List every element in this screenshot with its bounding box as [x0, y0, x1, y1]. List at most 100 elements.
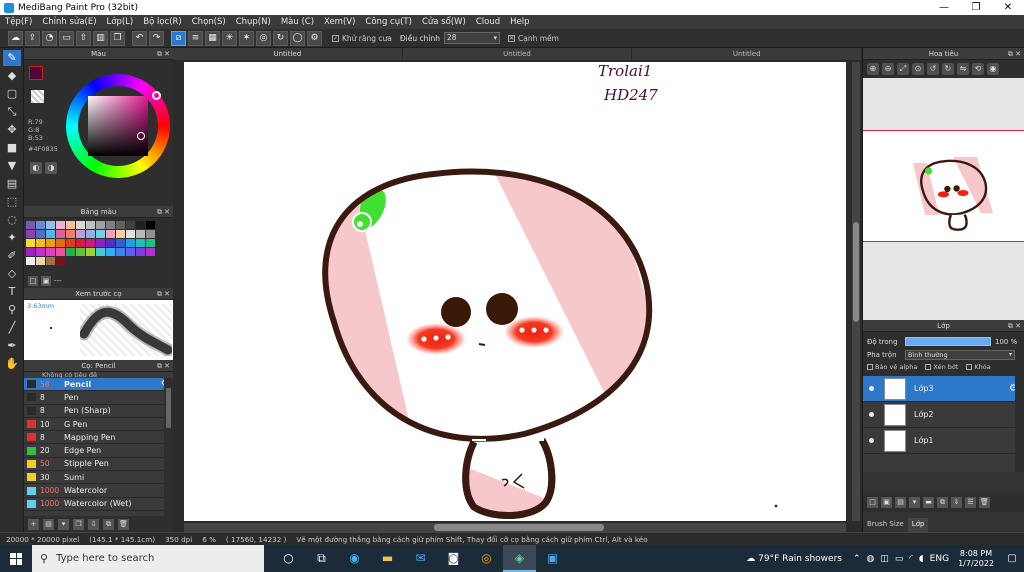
menu-window[interactable]: Cửa sổ(W) [417, 17, 471, 27]
select-pen-icon[interactable]: ✐ [3, 248, 21, 264]
visibility-icon[interactable] [869, 412, 874, 417]
cloud-icon[interactable]: ☁ [8, 30, 23, 46]
palette-swatch[interactable] [26, 248, 35, 256]
redo-icon[interactable]: ↷ [149, 30, 164, 46]
copy-icon[interactable]: ❐ [110, 30, 125, 46]
fill-shape-tool-icon[interactable]: ■ [3, 140, 21, 156]
palette-swatch[interactable] [36, 221, 45, 229]
brush-import-icon[interactable]: ⇩ [88, 518, 99, 530]
palette-swatch[interactable] [146, 239, 155, 247]
add-layer-menu-icon[interactable]: ▾ [909, 497, 920, 508]
brush-item[interactable]: 8 Pen (Sharp) [24, 405, 173, 418]
menu-select[interactable]: Chọn(S) [187, 17, 231, 27]
panel-close-icon[interactable]: ⧉ ✕ [157, 360, 170, 372]
maximize-button[interactable]: ❐ [960, 0, 992, 15]
transparent-swatch[interactable] [31, 90, 44, 103]
operation-tool-icon[interactable]: ⚲ [3, 302, 21, 318]
palette-swatch[interactable] [26, 221, 35, 229]
move-tool-icon[interactable]: ✥ [3, 122, 21, 138]
new-layer-icon[interactable]: □ [867, 497, 878, 508]
palette-swatch[interactable] [106, 248, 115, 256]
file-explorer-icon[interactable]: ▬ [371, 545, 404, 572]
new-8bit-layer-icon[interactable]: ▤ [895, 497, 906, 508]
color-swap-icon[interactable]: ◑ [45, 162, 57, 174]
color-mode-icon[interactable]: ◐ [30, 162, 42, 174]
palette-swatch[interactable] [96, 230, 105, 238]
brush-item[interactable]: 1000 Watercolor [24, 484, 173, 498]
adjust-select[interactable]: 28 [444, 32, 500, 44]
palette-swatch[interactable] [116, 221, 125, 229]
brush-delete-icon[interactable]: 🗑 [118, 518, 129, 530]
rotate-right-icon[interactable]: ↻ [942, 63, 954, 75]
palette-swatch[interactable] [46, 221, 55, 229]
visibility-icon[interactable] [869, 386, 874, 391]
new-halftone-layer-icon[interactable]: ▣ [881, 497, 892, 508]
brush-duplicate-icon[interactable]: ⧉ [103, 518, 114, 530]
palette-swatch[interactable] [76, 239, 85, 247]
bucket-tool-icon[interactable]: ▼ [3, 158, 21, 174]
brush-item[interactable]: 30 Sumi [24, 471, 173, 485]
palette-swatch[interactable] [76, 221, 85, 229]
panel-close-icon[interactable]: ⧉ ✕ [157, 206, 170, 218]
layer-row[interactable]: Lớp3 ⚙ [863, 376, 1024, 402]
folder-icon[interactable]: ▬ [923, 497, 934, 508]
palette-swatch[interactable] [126, 248, 135, 256]
radial-icon[interactable]: ✳ [222, 30, 237, 46]
palette-swatch[interactable] [86, 221, 95, 229]
saturation-square[interactable] [88, 96, 148, 156]
trash-icon[interactable]: ▥ [93, 30, 108, 46]
menu-layer[interactable]: Lớp(L) [102, 17, 139, 27]
chat-icon[interactable]: ▭ [59, 30, 74, 46]
actual-size-icon[interactable]: ⊙ [912, 63, 924, 75]
dot-tool-icon[interactable]: ⤡ [3, 104, 21, 120]
hue-knob[interactable] [152, 91, 161, 100]
curve-icon[interactable]: ↻ [273, 30, 288, 46]
edge-browser-icon[interactable]: ◉ [338, 545, 371, 572]
weather-widget[interactable]: ☁ 79°F Rain showers [746, 554, 842, 564]
task-view-icon[interactable]: ⧉ [305, 545, 338, 572]
palette-swatch[interactable] [126, 230, 135, 238]
lasso-tool-icon[interactable]: ◌ [3, 212, 21, 228]
foreground-color-swatch[interactable] [29, 66, 43, 80]
layer-row[interactable]: Lớp1 [863, 428, 1024, 454]
speaker-icon[interactable]: ◖ [919, 554, 924, 564]
chrome-icon[interactable]: ◎ [470, 545, 503, 572]
flip-icon[interactable]: ⇋ [957, 63, 969, 75]
navigator-settings-icon[interactable]: ◉ [987, 63, 999, 75]
eyedropper-icon[interactable]: ✒ [3, 338, 21, 354]
palette-swatch[interactable] [36, 257, 45, 265]
wifi-icon[interactable]: ◜ [909, 554, 913, 564]
network-icon[interactable]: ◍ [867, 554, 875, 564]
language-indicator[interactable]: ENG [930, 554, 949, 564]
palette-swatch[interactable] [126, 221, 135, 229]
palette-swatch[interactable] [26, 257, 35, 265]
panel-close-icon[interactable]: ⧉ ✕ [157, 48, 170, 60]
people-icon[interactable]: ⌃ [853, 554, 861, 564]
brush-scrollbar[interactable] [164, 378, 173, 518]
reset-rotation-icon[interactable]: ⟲ [972, 63, 984, 75]
menu-view[interactable]: Xem(V) [319, 17, 360, 27]
grid-icon[interactable]: ▦ [205, 30, 220, 46]
menu-filter[interactable]: Bộ lọc(R) [138, 17, 187, 27]
panel-close-icon[interactable]: ⧉ ✕ [1008, 320, 1021, 332]
palette-swatch[interactable] [136, 230, 145, 238]
horizontal-scrollbar[interactable] [184, 523, 846, 532]
palette-swatch[interactable] [96, 221, 105, 229]
brush-item[interactable]: 20 Edge Pen [24, 444, 173, 458]
battery-icon[interactable]: ▭ [895, 554, 904, 564]
medibang-taskbar-icon[interactable]: ◈ [503, 545, 536, 572]
doc-tab[interactable]: Untitled [632, 48, 863, 60]
palette-swatch[interactable] [66, 239, 75, 247]
brush-tool-icon[interactable]: ✎ [3, 50, 21, 66]
menu-help[interactable]: Help [505, 17, 534, 27]
brush-item[interactable]: 8 Pen [24, 391, 173, 405]
comment-icon[interactable]: ◔ [42, 30, 57, 46]
blend-mode-select[interactable]: Bình thường [905, 349, 1015, 360]
palette-swatch[interactable] [136, 248, 145, 256]
fit-icon[interactable]: ⤢ [897, 63, 909, 75]
menu-color[interactable]: Màu (C) [276, 17, 319, 27]
zoom-in-icon[interactable]: ⊕ [867, 63, 879, 75]
doc-tab[interactable]: Untitled [173, 48, 403, 60]
opacity-slider[interactable] [905, 337, 991, 346]
brush-item[interactable]: 8 Mapping Pen [24, 431, 173, 445]
